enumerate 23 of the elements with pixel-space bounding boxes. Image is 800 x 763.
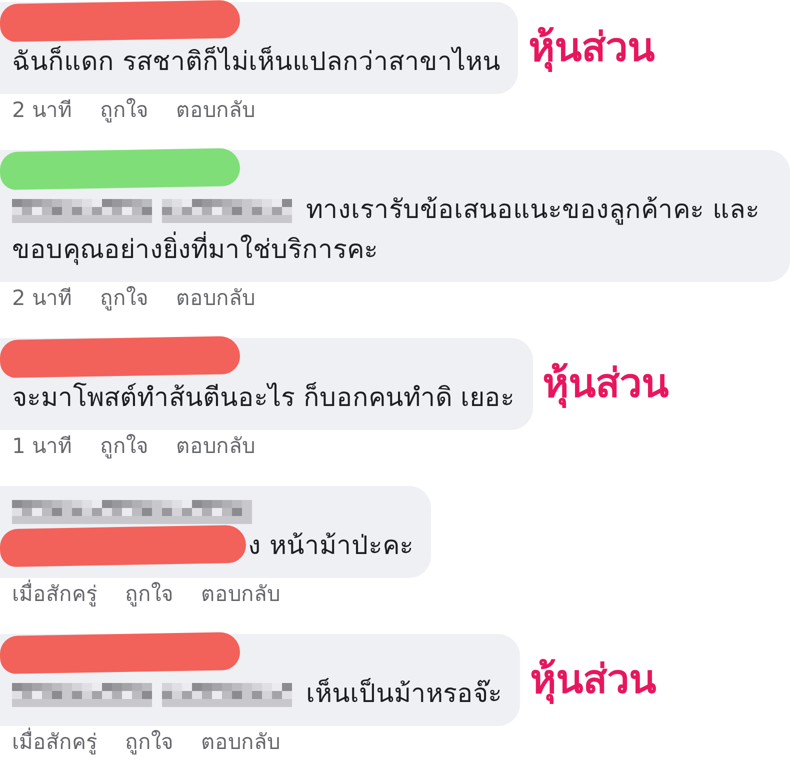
comment-text: ทางเรารับข้อเสนอแนะของลูกค้าคะ และ ขอบคุณอย่างยิ่งที่มาใช่บริการคะ <box>12 195 760 265</box>
comment-text: ฉันก็แดก รสชาติก็ไม่เห็นแปลกว่าสาขาไหน <box>12 47 500 77</box>
comment-time[interactable]: 1 นาที <box>12 434 72 458</box>
comment-time[interactable]: 2 นาที <box>12 98 72 122</box>
annotation-text: หุ้นส่วน <box>542 362 669 406</box>
comment-time[interactable]: เมื่อสักครู่ <box>12 582 97 606</box>
annotation-text: หุ้นส่วน <box>530 658 656 702</box>
like-link[interactable]: ถูกใจ <box>100 286 148 310</box>
reply-link[interactable]: ตอบกลับ <box>201 730 280 754</box>
annotation-text: หุ้นส่วน <box>528 26 654 70</box>
reply-link[interactable]: ตอบกลับ <box>176 98 256 122</box>
reply-link[interactable]: ตอบกลับ <box>201 582 280 606</box>
comment-text: เห็นเป็นม้าหรอจ๊ะ <box>306 679 502 709</box>
comment-text: จะมาโพสต์ทำส้นตีนอะไร ก็บอกคนทำดิ เยอะ <box>12 383 515 413</box>
comment-text: ง หน้าม้าป่ะคะ <box>248 530 414 563</box>
like-link[interactable]: ถูกใจ <box>100 434 148 458</box>
like-link[interactable]: ถูกใจ <box>100 98 148 122</box>
like-link[interactable]: ถูกใจ <box>125 730 173 754</box>
reply-link[interactable]: ตอบกลับ <box>176 286 256 310</box>
comment-time[interactable]: เมื่อสักครู่ <box>12 730 97 754</box>
comment-time[interactable]: 2 นาที <box>12 286 72 310</box>
reply-link[interactable]: ตอบกลับ <box>176 434 256 458</box>
like-link[interactable]: ถูกใจ <box>125 582 173 606</box>
